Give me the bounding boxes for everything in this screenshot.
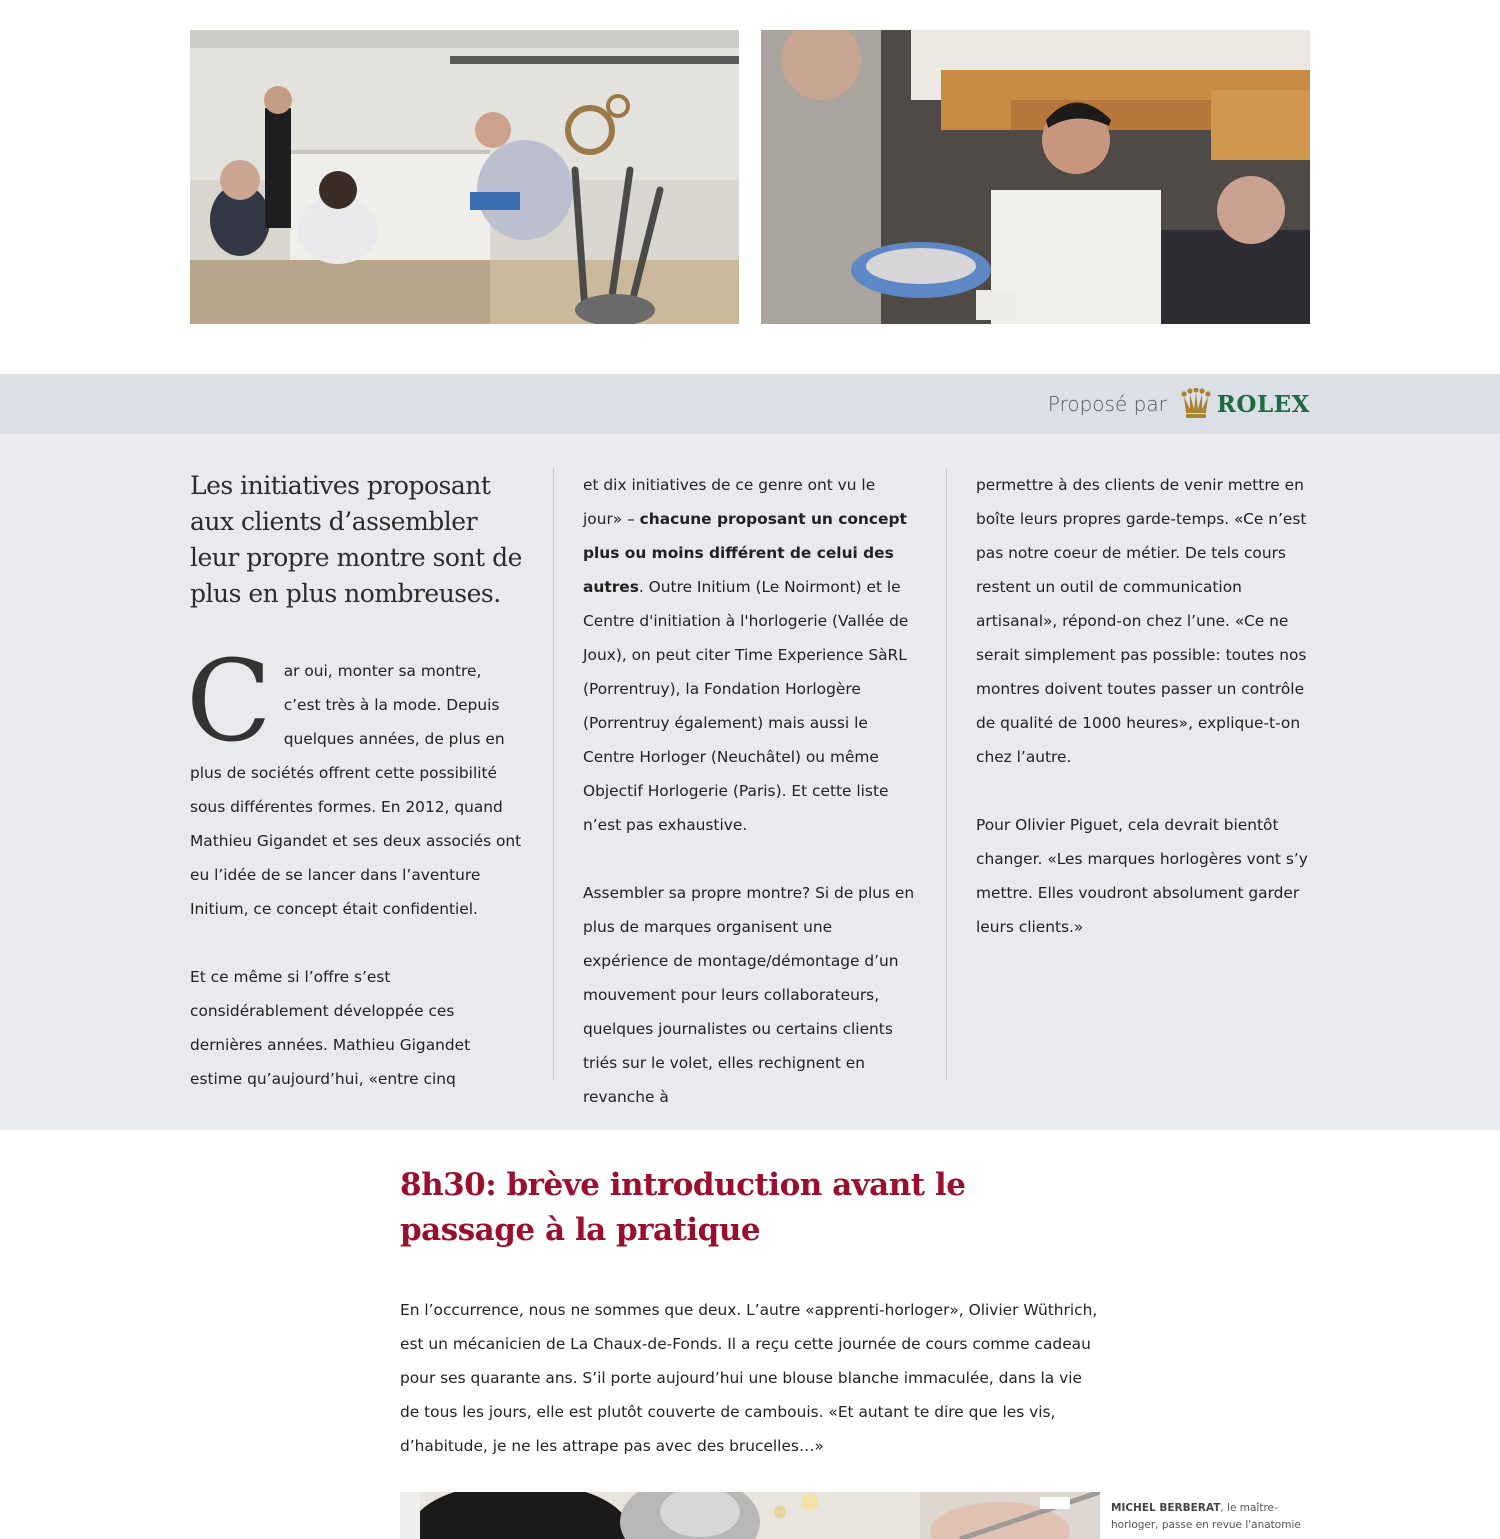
paragraph: et dix initiatives de ce genre ont vu le… [583,468,916,842]
chapter-paragraph: En l’occurrence, nous ne sommes que deux… [400,1301,1098,1455]
chapter: 8h30: brève introduction avant le passag… [400,1130,1100,1463]
photo-watchmaker-icon [400,1492,1100,1539]
rolex-logo[interactable]: ROLEX [1181,388,1310,420]
paragraph: Car oui, monter sa montre, c’est très à … [186,646,523,926]
drop-cap: C [186,637,272,767]
caption-name: MICHEL BERBERAT [1111,1502,1221,1514]
paragraph: Et ce même si l’offre s’est considérable… [190,968,471,1088]
photo-workshop-discussion-icon [761,30,1310,324]
sponsor-label: Proposé par [1047,392,1167,416]
workshop-photo-left [190,30,739,324]
photo-workshop-group-icon [190,30,739,324]
sponsor-credit: Proposé par ROLEX [1048,374,1310,434]
paragraph: Assembler sa propre montre? Si de plus e… [583,884,915,1106]
lead-text: Les initiatives proposant aux clients d’… [190,471,522,608]
sponsored-section: Les initiatives proposant aux clients d’… [0,434,1500,1130]
column-3: permettre à des clients de venir mettre … [976,468,1310,978]
workshop-photo-right [761,30,1310,324]
paragraph-text: . Outre Initium (Le Noirmont) et le Cent… [583,578,909,834]
column-2: et dix initiatives de ce genre ont vu le… [583,468,916,1148]
photo-row [190,30,1310,324]
paragraph: Pour Olivier Piguet, cela devrait bientô… [976,816,1308,936]
column-divider [553,468,554,1080]
watchmaker-photo [400,1492,1100,1539]
crown-icon [1181,388,1211,418]
chapter-title: 8h30: brève introduction avant le passag… [400,1167,966,1248]
rolex-wordmark: ROLEX [1216,390,1310,418]
column-divider [946,468,947,1080]
paragraph: permettre à des clients de venir mettre … [976,476,1307,766]
photo-caption: MICHEL BERBERAT, le maître-horloger, pas… [1111,1500,1311,1534]
column-1: Les initiatives proposant aux clients d’… [186,468,523,1130]
sponsor-bar: Proposé par ROLEX [0,374,1500,434]
